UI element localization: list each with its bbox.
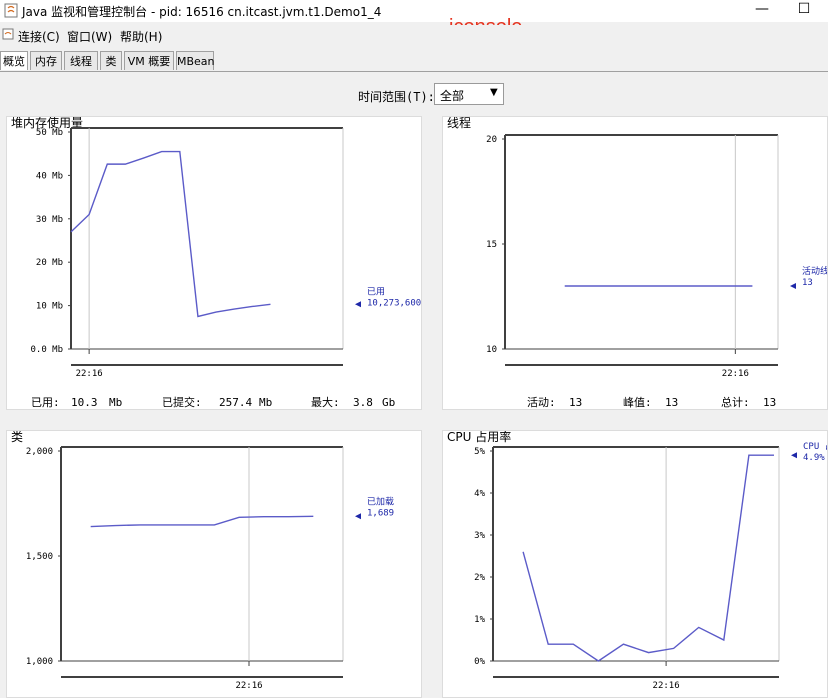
series-line bbox=[70, 150, 271, 318]
stat-unit: Mb bbox=[109, 396, 122, 409]
tab-classes-label: 类 bbox=[105, 55, 117, 68]
stat-label: 总计: bbox=[721, 395, 750, 409]
title-bar: Java 监视和管理控制台 - pid: 16516 cn.itcast.jvm… bbox=[0, 0, 828, 22]
stat-label: 活动: bbox=[527, 396, 556, 409]
x-tick-label: 22:16 bbox=[76, 369, 103, 379]
classes-panel: 类 2,000 1,500 1,000 22:16 已加载 1,689 bbox=[6, 430, 422, 698]
minimize-button[interactable]: — bbox=[742, 0, 782, 20]
time-range-value: 全部 bbox=[440, 89, 465, 103]
time-range-label: 时间范围(T): bbox=[358, 90, 435, 104]
tab-classes[interactable]: 类 bbox=[100, 51, 122, 70]
classes-chart: 2,000 1,500 1,000 22:16 已加载1,689 bbox=[26, 446, 394, 691]
heap-memory-panel: 堆内存使用量 50 Mb 40 Mb 30 Mb 20 Mb 10 Mb 0.0 Mb 22… bbox=[6, 116, 422, 410]
y-tick-label: 20 bbox=[486, 135, 497, 145]
stat-value: 13 bbox=[569, 396, 582, 409]
y-tick-label: 10 Mb bbox=[36, 302, 63, 312]
series-line bbox=[522, 454, 774, 662]
tab-vm-summary[interactable]: VM 概要 bbox=[124, 51, 174, 70]
stat-value: 13 bbox=[763, 396, 776, 409]
threads-panel: 线程 20 15 10 22:16 活动线 13 活动: 13 峰值: 13 总计: 13 bbox=[442, 116, 828, 410]
stat-label: 峰值: bbox=[623, 396, 652, 409]
java-app-icon bbox=[4, 3, 18, 18]
series-value-label: 10,273,600 bbox=[367, 298, 421, 308]
y-tick-label: 30 Mb bbox=[36, 215, 63, 225]
x-tick-label: 22:16 bbox=[235, 681, 262, 691]
menu-help[interactable]: 帮助(H) bbox=[120, 28, 162, 45]
value-marker-icon bbox=[790, 283, 796, 289]
threads-chart: 20151022:16活动线13活动: 13 峰值: 13 总计: 13 bbox=[486, 134, 828, 409]
series-name-label: 已用 bbox=[367, 286, 385, 297]
tab-threads[interactable]: 线程 bbox=[64, 51, 98, 70]
minimize-icon: — bbox=[755, 1, 769, 17]
value-marker-icon bbox=[355, 513, 361, 520]
tab-threads-label: 线程 bbox=[70, 55, 92, 68]
tab-separator bbox=[0, 71, 828, 72]
stat-value: 10.3 bbox=[71, 396, 98, 409]
x-tick-label: 22:16 bbox=[722, 369, 749, 379]
y-tick-label: 0% bbox=[474, 657, 485, 667]
y-tick-label: 4% bbox=[474, 489, 485, 499]
tab-memory-label: 内存 bbox=[35, 55, 57, 68]
tab-mbean-label: MBean bbox=[177, 55, 215, 68]
maximize-button[interactable]: ☐ bbox=[784, 0, 824, 20]
x-tick-label: 22:16 bbox=[653, 681, 680, 691]
stat-value: 3.8 bbox=[353, 396, 373, 409]
stat-label: 已提交: bbox=[162, 395, 202, 409]
tab-vm-summary-label: VM 概要 bbox=[127, 55, 171, 68]
heap-memory-chart: 50 Mb40 Mb30 Mb20 Mb10 Mb0.0 Mb22:16已用10… bbox=[30, 127, 421, 409]
y-tick-label: 1,500 bbox=[26, 552, 53, 562]
y-tick-label: 2% bbox=[474, 573, 485, 583]
tab-memory[interactable]: 内存 bbox=[30, 51, 62, 70]
y-tick-label: 0.0 Mb bbox=[30, 345, 63, 355]
series-name-label: 已加载 bbox=[367, 495, 394, 507]
y-tick-label: 3% bbox=[474, 531, 485, 541]
menu-connect[interactable]: 连接(C) bbox=[18, 28, 60, 45]
y-tick-label: 10 bbox=[486, 345, 497, 355]
y-tick-label: 5% bbox=[474, 447, 485, 457]
menu-bar: 连接(C) 窗口(W) 帮助(H) bbox=[0, 25, 828, 46]
stat-label: 最大: bbox=[311, 395, 340, 409]
y-tick-label: 15 bbox=[486, 240, 497, 250]
series-value-label: 1,689 bbox=[367, 508, 394, 518]
cpu-usage-panel: CPU 占用率 5%4%3%2%1%0%22:16CPU 占4.9% bbox=[442, 430, 828, 698]
y-tick-label: 2,000 bbox=[26, 447, 53, 457]
stat-value: 13 bbox=[665, 396, 678, 409]
window-title: Java 监视和管理控制台 - pid: 16516 cn.itcast.jvm… bbox=[22, 5, 382, 19]
stat-value: 257.4 bbox=[219, 396, 252, 409]
tab-mbean[interactable]: MBean bbox=[176, 51, 215, 70]
stat-label: 已用: bbox=[31, 396, 60, 409]
menu-window[interactable]: 窗口(W) bbox=[67, 28, 112, 45]
y-tick-label: 20 Mb bbox=[36, 258, 63, 268]
tab-overview[interactable]: 概览 bbox=[0, 51, 28, 70]
cpu-usage-chart: 5% 4% 3% 2% 1% 0% 22:16 CPU 占4.9% bbox=[474, 440, 828, 691]
stat-unit: Mb bbox=[259, 396, 272, 409]
maximize-icon: ☐ bbox=[797, 1, 811, 17]
series-value-label: 4.9% bbox=[803, 453, 825, 463]
time-range-select[interactable]: 全部 ▼ bbox=[434, 83, 504, 105]
series-name-label: CPU 占 bbox=[803, 440, 828, 452]
stat-unit: Gb bbox=[382, 396, 395, 409]
tab-overview-label: 概览 bbox=[3, 55, 25, 68]
y-tick-label: 1,000 bbox=[26, 657, 53, 667]
series-name-label: 活动线 bbox=[802, 265, 828, 277]
value-marker-icon bbox=[355, 301, 361, 308]
window-menu-icon bbox=[2, 28, 14, 40]
chevron-down-icon: ▼ bbox=[490, 87, 498, 98]
y-tick-label: 50 Mb bbox=[36, 128, 63, 138]
series-line bbox=[90, 515, 314, 528]
value-marker-icon bbox=[791, 452, 797, 459]
y-tick-label: 40 Mb bbox=[36, 171, 63, 181]
series-value-label: 13 bbox=[802, 278, 813, 288]
y-tick-label: 1% bbox=[474, 615, 485, 625]
